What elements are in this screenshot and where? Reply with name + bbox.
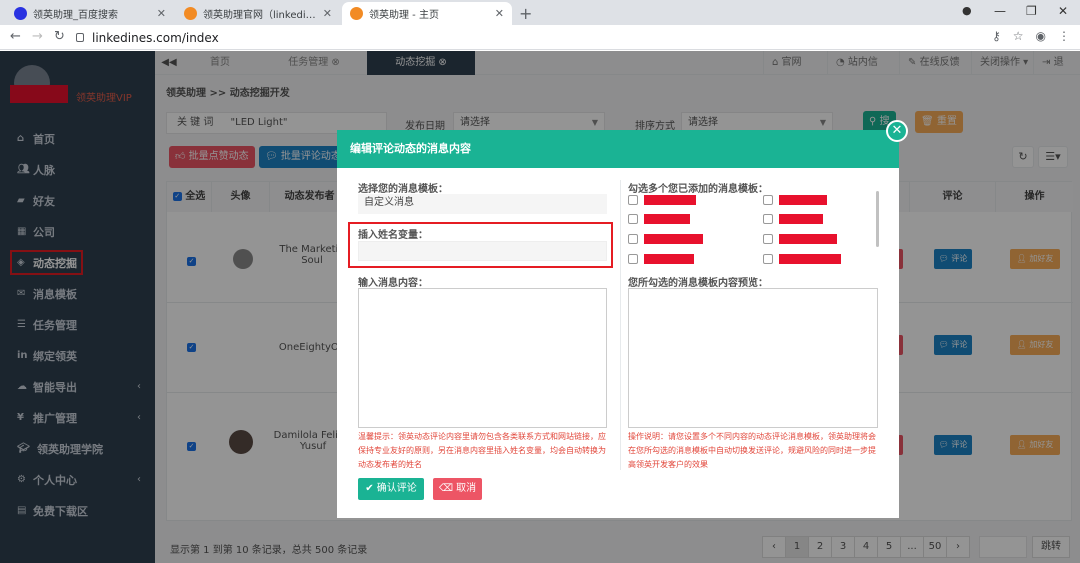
redacted-template: [779, 254, 841, 264]
browser-tab-home[interactable]: 领英助理 - 主页 ✕: [342, 2, 512, 25]
checkbox[interactable]: [628, 254, 638, 264]
content-textarea[interactable]: [358, 288, 607, 428]
template-checkbox-item[interactable]: [763, 214, 823, 224]
confirm-comment-button[interactable]: ✔ 确认评论: [358, 478, 424, 500]
forward-icon[interactable]: →: [32, 29, 43, 44]
template-checkbox-item[interactable]: [628, 254, 694, 264]
cancel-label: 取消: [456, 483, 477, 494]
reload-icon[interactable]: ↻: [54, 29, 65, 44]
lock-icon: [76, 33, 84, 42]
template-checkbox-item[interactable]: [763, 234, 837, 244]
cancel-button[interactable]: ⌫ 取消: [433, 478, 482, 500]
url-field[interactable]: linkedines.com/index: [72, 28, 972, 47]
check-icon: ✔: [365, 483, 374, 494]
more-icon[interactable]: ⋮: [1058, 29, 1070, 43]
browser-tabbar: 领英助理_百度搜索 ✕ 领英助理官网（linkedines.com） ✕ 领英助…: [0, 0, 1080, 25]
redacted-template: [779, 195, 827, 205]
redacted-template: [644, 234, 703, 244]
template-label: 选择您的消息模板：: [358, 184, 448, 195]
new-tab-icon[interactable]: +: [519, 4, 532, 23]
template-select[interactable]: 自定义消息: [358, 194, 607, 214]
address-actions: ⚷ ☆ ◉ ⋮: [992, 29, 1070, 43]
template-checkbox-item[interactable]: [763, 195, 827, 205]
template-checkbox-item[interactable]: [763, 254, 841, 264]
browser-tab-official[interactable]: 领英助理官网（linkedines.com） ✕: [176, 2, 340, 25]
baidu-icon: [14, 7, 27, 20]
browser-addressbar: ← → ↻ linkedines.com/index ⚷ ☆ ◉ ⋮: [0, 25, 1080, 50]
name-var-select[interactable]: [358, 241, 607, 261]
maximize-icon[interactable]: ❐: [1026, 4, 1037, 18]
close-icon[interactable]: ✕: [886, 120, 908, 142]
template-checkbox-item[interactable]: [628, 195, 696, 205]
browser-tab-title: 领英助理 - 主页: [369, 10, 439, 21]
browser-tab-baidu[interactable]: 领英助理_百度搜索 ✕: [6, 2, 174, 25]
linkedines-icon: [184, 7, 197, 20]
checkbox[interactable]: [628, 234, 638, 244]
preview-label: 您所勾选的消息模板内容预览：: [628, 278, 768, 289]
checkbox[interactable]: [763, 214, 773, 224]
account-icon[interactable]: ◉: [1036, 29, 1046, 43]
column-divider: [620, 180, 621, 470]
multi-template-label: 勾选多个您已添加的消息模板：: [628, 184, 768, 195]
close-icon[interactable]: ✕: [495, 7, 504, 20]
redacted-template: [644, 195, 696, 205]
confirm-label: 确认评论: [376, 483, 417, 494]
edit-comment-modal: 编辑评论动态的消息内容 ✕ 选择您的消息模板： 自定义消息 插入姓名变量： 输入…: [337, 120, 908, 518]
redacted-template: [644, 214, 690, 224]
modal-title: 编辑评论动态的消息内容: [337, 130, 899, 168]
redacted-template: [644, 254, 694, 264]
url-text: linkedines.com/index: [92, 30, 219, 45]
close-icon[interactable]: ✕: [157, 7, 166, 20]
checkbox[interactable]: [763, 234, 773, 244]
preview-textarea[interactable]: [628, 288, 878, 428]
checkbox[interactable]: [628, 195, 638, 205]
checkbox[interactable]: [628, 214, 638, 224]
template-checkbox-item[interactable]: [628, 234, 703, 244]
checkbox[interactable]: [763, 195, 773, 205]
key-icon[interactable]: ⚷: [992, 29, 1001, 43]
browser-tab-title: 领英助理官网（linkedines.com）: [203, 10, 317, 21]
redacted-template: [779, 234, 837, 244]
eraser-icon: ⌫: [438, 483, 453, 494]
browser-tab-title: 领英助理_百度搜索: [33, 10, 118, 21]
close-icon[interactable]: ✕: [323, 7, 332, 20]
name-var-label: 插入姓名变量：: [358, 230, 428, 241]
content-label: 输入消息内容：: [358, 278, 428, 289]
star-icon[interactable]: ☆: [1013, 29, 1024, 43]
template-checkbox-item[interactable]: [628, 214, 690, 224]
checkbox[interactable]: [763, 254, 773, 264]
profile-menu-icon[interactable]: ●: [962, 4, 972, 17]
linkedines-icon: [350, 7, 363, 20]
redacted-template: [779, 214, 823, 224]
template-list-scrollbar[interactable]: [876, 191, 879, 247]
operation-note: 操作说明：请您设置多个不同内容的动态评论消息模板，领英助理将会在您所勾选的消息模…: [628, 432, 876, 469]
tip-text: 温馨提示：领英动态评论内容里请勿包含各类联系方式和网站链接，应保持专业友好的原则…: [358, 432, 606, 469]
minimize-icon[interactable]: —: [994, 4, 1006, 18]
back-icon[interactable]: ←: [10, 29, 21, 44]
close-window-icon[interactable]: ✕: [1058, 4, 1068, 18]
